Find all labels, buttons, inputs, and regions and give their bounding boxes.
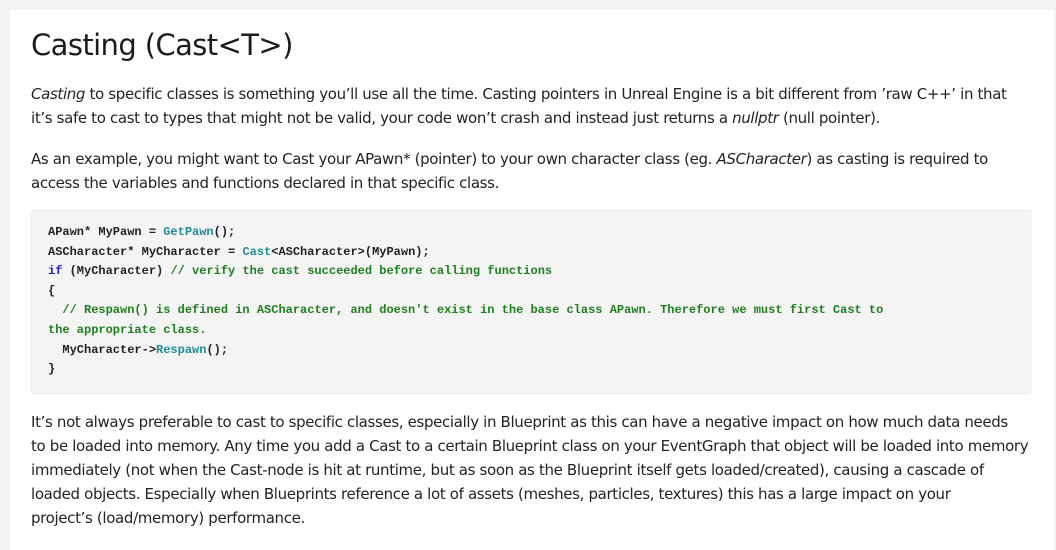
text: ) as casting is required to xyxy=(806,150,989,168)
code-line: if (MyCharacter) // verify the cast succ… xyxy=(48,264,553,279)
article-content: Casting (Cast<T>) Casting to specific cl… xyxy=(10,10,1054,550)
code-comment: // verify the cast succeeded before call… xyxy=(170,264,553,279)
code-line: MyCharacter->Respawn(); xyxy=(48,342,229,357)
section-heading: Casting (Cast<T>) xyxy=(31,28,293,62)
code-text[interactable]: APawn* MyPawn = GetPawn(); ASCharacter* M… xyxy=(48,223,883,380)
text: It’s not always preferable to cast to sp… xyxy=(31,413,1008,431)
text: access the variables and functions decla… xyxy=(31,174,500,192)
text: it’s safe to cast to types that might no… xyxy=(31,109,733,127)
text: immediately (not when the Cast-node is h… xyxy=(31,461,984,479)
text: to be loaded into memory. Any time you a… xyxy=(31,437,1029,455)
emphasis-nullptr: nullptr xyxy=(732,109,779,127)
text: As an example, you might want to Cast yo… xyxy=(31,150,717,168)
code-line: APawn* MyPawn = GetPawn(); xyxy=(48,225,236,239)
text: project’s (load/memory) performance. xyxy=(31,509,305,527)
text: loaded objects. Especially when Blueprin… xyxy=(31,485,951,503)
text: to specific classes is something you’ll … xyxy=(85,85,1007,103)
code-line: } xyxy=(48,362,56,377)
paragraph-blueprint-impact: It’s not always preferable to cast to sp… xyxy=(31,410,1031,530)
paragraph-example: As an example, you might want to Cast yo… xyxy=(31,147,1031,195)
text: (null pointer). xyxy=(778,109,880,127)
code-block[interactable]: APawn* MyPawn = GetPawn(); ASCharacter* M… xyxy=(30,209,1032,395)
emphasis-ascharacter: ASCharacter xyxy=(716,150,807,168)
code-line: { xyxy=(48,283,56,298)
emphasis-casting: Casting xyxy=(31,85,86,103)
function-name: Respawn xyxy=(156,342,207,357)
paragraph-casting-intro: Casting to specific classes is something… xyxy=(31,82,1031,130)
code-comment: // Respawn() is defined in ASCharacter, … xyxy=(48,303,884,318)
code-comment: the appropriate class. xyxy=(48,322,207,337)
function-name: GetPawn xyxy=(163,225,214,239)
code-line: ASCharacter* MyCharacter = Cast<ASCharac… xyxy=(48,244,430,259)
function-name: Cast xyxy=(242,244,272,259)
keyword: if xyxy=(48,264,63,279)
